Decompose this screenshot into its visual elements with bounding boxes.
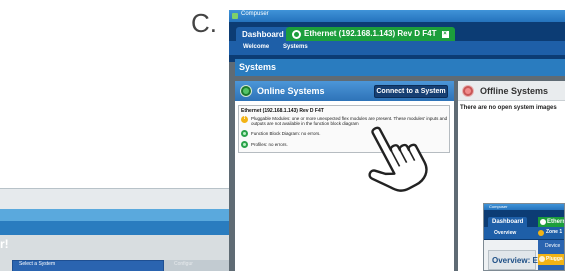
background-side-panel: Configur xyxy=(164,260,232,271)
system-card-title: Ethernet (192.168.1.143) Rev D F4T xyxy=(241,108,324,114)
figure-page: C. r! Select a System Configur Compuser … xyxy=(0,0,565,271)
background-heading: r! xyxy=(0,237,9,251)
background-panel-title: Select a System xyxy=(19,261,56,267)
inset-menu-pluggable[interactable]: Plugga xyxy=(538,254,564,265)
subnav-systems[interactable]: Systems xyxy=(283,44,308,50)
sub-navigation: Welcome Systems xyxy=(229,41,565,55)
inset-subnav-zone[interactable]: Zone 1 xyxy=(538,229,562,236)
step-label: C. xyxy=(191,8,217,38)
globe-offline-icon xyxy=(462,85,474,97)
inset-menu-device[interactable]: Device xyxy=(545,243,560,249)
inset-overview-heading: Overview: E xyxy=(492,256,538,265)
tab-dashboard[interactable]: Dashboard xyxy=(236,27,290,41)
offline-systems-heading: Offline Systems xyxy=(480,86,549,96)
inset-overview-header: Overview: E xyxy=(488,250,538,270)
background-header xyxy=(0,221,232,235)
background-menubar xyxy=(0,209,232,221)
ok-status-icon xyxy=(241,141,248,148)
window-titlebar: Compuser xyxy=(229,10,565,22)
window-title: Compuser xyxy=(241,11,269,17)
online-systems-heading: Online Systems xyxy=(257,86,325,96)
ok-status-icon xyxy=(241,130,248,137)
globe-online-icon xyxy=(240,85,252,97)
tab-ethernet-system[interactable]: Ethernet (192.168.1.143) Rev D F4T × xyxy=(286,27,455,41)
section-title: Systems xyxy=(239,62,277,72)
inset-menu-pluggable-label: Plugga xyxy=(546,256,563,262)
tab-ethernet-label: Ethernet (192.168.1.143) Rev D F4T xyxy=(304,29,437,38)
status-row-profiles: Profiles: no errors. xyxy=(241,141,288,148)
inset-dropdown-menu: Device Plugga xyxy=(538,240,564,270)
subnav-welcome[interactable]: Welcome xyxy=(243,44,269,50)
inset-tab-ethernet[interactable]: Ethern xyxy=(538,217,564,227)
background-screenshot: r! Select a System Configur xyxy=(0,188,232,271)
offline-systems-header: Offline Systems xyxy=(458,81,565,101)
section-header: Systems xyxy=(235,59,565,76)
hand-pointer-icon xyxy=(368,126,428,192)
offline-empty-message: There are no open system images xyxy=(460,105,557,111)
ethernet-status-icon xyxy=(292,30,301,39)
inset-subnav-overview[interactable]: Overview xyxy=(494,230,516,236)
status-message: Function Block Diagram: no errors. xyxy=(251,131,321,136)
connect-to-system-button[interactable]: Connect to a System xyxy=(374,85,448,98)
online-systems-header: Online Systems Connect to a System xyxy=(235,81,454,101)
inset-title: Compuser xyxy=(489,204,508,209)
inset-tab-dashboard[interactable]: Dashboard xyxy=(488,217,528,227)
app-icon xyxy=(232,13,238,19)
status-row-fbd: Function Block Diagram: no errors. xyxy=(241,130,321,137)
inset-sub-navigation: Overview Zone 1 xyxy=(484,227,564,239)
background-side-text: Configur xyxy=(174,261,193,267)
background-toolbar xyxy=(0,189,232,209)
background-select-panel: Select a System xyxy=(12,260,164,271)
status-message: Profiles: no errors. xyxy=(251,142,288,147)
inset-window: Compuser Dashboard Ethern Overview Zone … xyxy=(483,203,565,271)
warning-icon xyxy=(241,115,248,123)
close-icon[interactable]: × xyxy=(441,31,449,38)
